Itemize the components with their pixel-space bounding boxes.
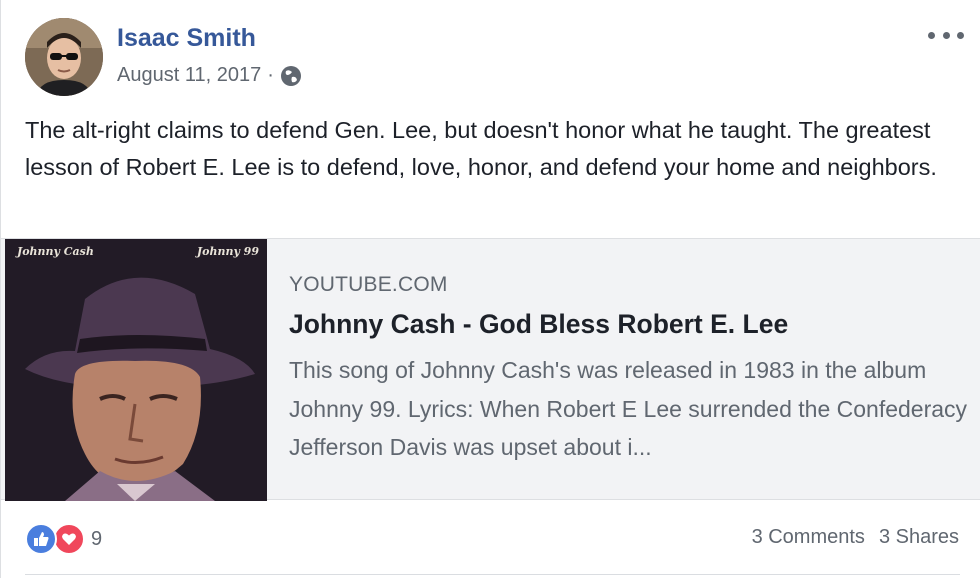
like-icon [25,523,57,555]
post-meta: August 11, 2017 · [117,64,302,87]
album-cover-image [5,239,267,501]
thumbnail-album-text: Johnny 99 [196,245,259,258]
reactions-summary[interactable]: 9 [25,523,102,555]
post-body: The alt-right claims to defend Gen. Lee,… [25,117,937,180]
link-title[interactable]: Johnny Cash - God Bless Robert E. Lee [289,309,788,340]
post-footer: 9 3 Comments 3 Shares [1,500,980,578]
author-name[interactable]: Isaac Smith [117,24,256,53]
author-avatar[interactable] [25,18,103,96]
footer-divider [25,574,960,575]
facebook-post: Isaac Smith August 11, 2017 · The alt-ri… [0,0,980,578]
meta-separator: · [267,64,274,86]
globe-icon[interactable] [280,65,302,87]
thumbnail-artist-text: Johnny Cash [17,245,94,258]
love-icon [53,523,85,555]
reaction-count: 9 [91,527,103,550]
more-options-icon[interactable] [928,24,964,46]
link-domain: YOUTUBE.COM [289,273,448,296]
link-description: This song of Johnny Cash's was released … [289,357,968,460]
engagement-stats: 3 Comments 3 Shares [752,526,959,549]
post-timestamp[interactable]: August 11, 2017 [117,64,261,87]
shares-count-link[interactable]: 3 Shares [879,526,959,549]
link-thumbnail[interactable]: Johnny Cash Johnny 99 [5,239,267,501]
comments-count-link[interactable]: 3 Comments [752,526,865,549]
avatar-image [25,18,103,96]
link-preview-card[interactable]: Johnny Cash Johnny 99 YOUTUBE.COM Johnny… [1,238,980,501]
